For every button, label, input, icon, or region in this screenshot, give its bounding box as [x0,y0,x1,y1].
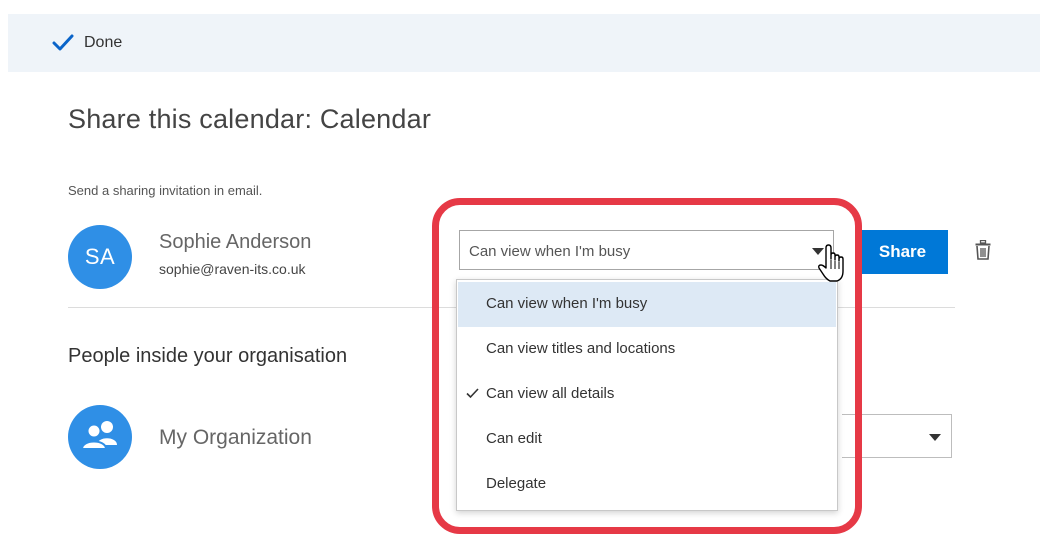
page-title: Share this calendar: Calendar [68,104,432,134]
invitee-name: Sophie Anderson [159,231,312,253]
delete-button[interactable] [975,240,991,260]
permission-select-value: Can view when I'm busy [469,243,631,260]
organization-permission-select[interactable] [842,414,952,458]
checkmark-icon [52,34,74,52]
dropdown-item-delegate[interactable]: Delegate [458,462,836,507]
done-button[interactable]: Done [52,28,122,58]
chevron-down-icon [929,434,941,441]
top-bar: Done [8,14,1040,72]
avatar: SA [68,225,132,289]
dropdown-item-titles-locations[interactable]: Can view titles and locations [458,327,836,372]
organization-avatar [68,405,132,469]
checkmark-icon [466,388,479,399]
avatar-initials: SA [84,244,116,269]
done-label: Done [84,34,123,51]
invitee-email: sophie@raven-its.co.uk [159,261,306,277]
permission-dropdown-menu: Can view when I'm busy Can view titles a… [456,279,838,511]
invite-hint: Send a sharing invitation in email. [68,183,263,198]
share-button-label: Share [878,242,927,261]
dropdown-item-label: Can edit [486,430,542,447]
hand-cursor-icon [818,244,844,284]
dropdown-item-edit[interactable]: Can edit [458,417,836,462]
share-button[interactable]: Share [857,230,948,274]
dropdown-item-label: Delegate [486,475,547,492]
trash-icon [975,240,991,260]
permission-select[interactable]: Can view when I'm busy [459,230,834,270]
dropdown-item-label: Can view titles and locations [486,340,676,357]
dropdown-item-all-details[interactable]: Can view all details [458,372,836,417]
organisation-heading: People inside your organisation [68,345,348,367]
dropdown-item-label: Can view when I'm busy [486,295,648,312]
organization-name: My Organization [159,426,312,449]
people-group-icon [80,419,120,456]
dropdown-item-label: Can view all details [486,385,615,402]
dropdown-item-busy[interactable]: Can view when I'm busy [458,282,836,327]
